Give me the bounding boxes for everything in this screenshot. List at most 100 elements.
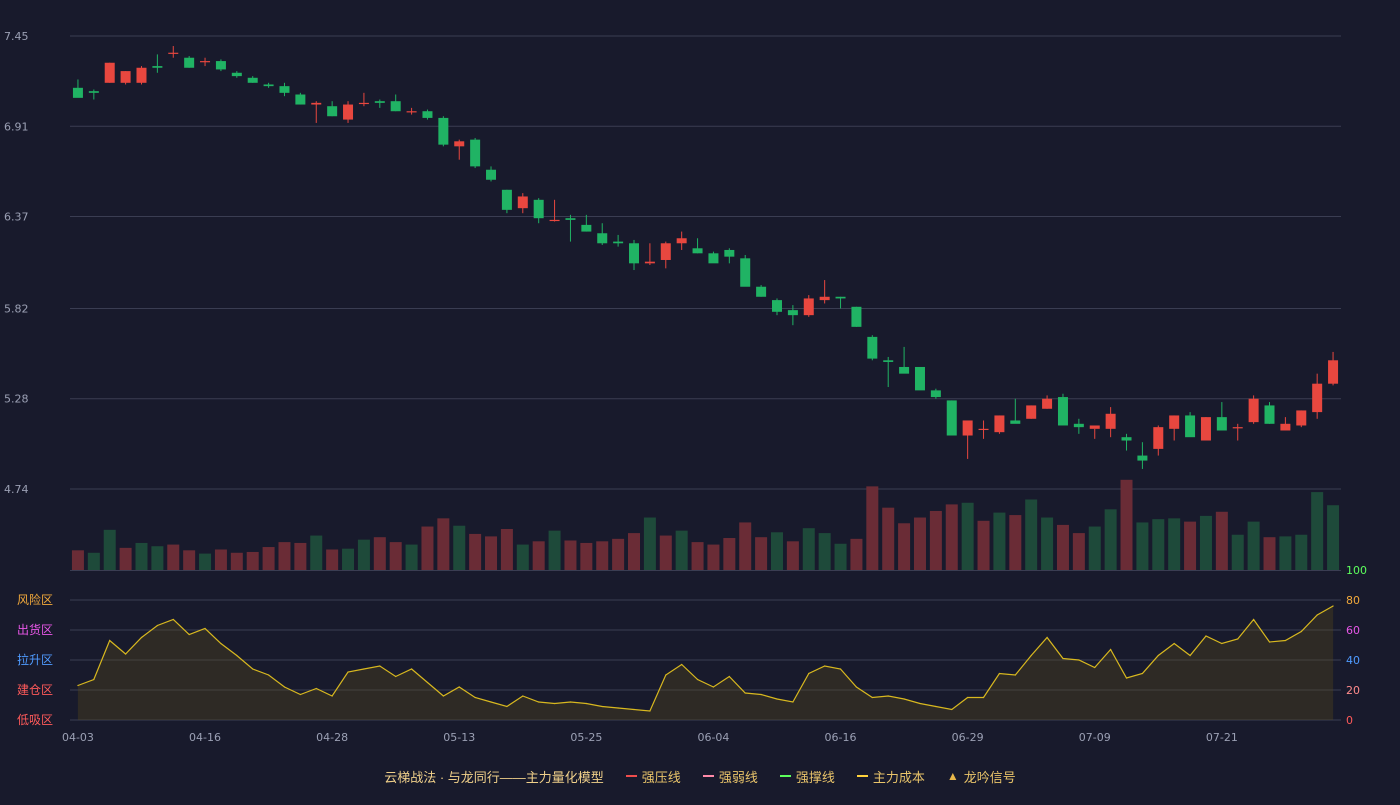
oscillator-point <box>1205 635 1207 637</box>
candle-body <box>1073 423 1084 428</box>
legend-item-main-cost[interactable]: 主力成本 <box>856 767 925 786</box>
volume-bar <box>882 507 895 570</box>
volume-bar <box>548 530 561 570</box>
volume-bar <box>373 537 386 570</box>
oscillator-point <box>347 671 349 673</box>
volume-bar <box>357 539 370 570</box>
candle-body <box>597 233 608 244</box>
oscillator-point <box>1253 618 1255 621</box>
candle-body <box>136 67 147 83</box>
candlestick <box>343 101 354 123</box>
volume-bar <box>1120 479 1133 570</box>
oscillator-point <box>125 653 127 655</box>
oscillator-point <box>395 675 397 678</box>
candlestick <box>1042 395 1053 409</box>
candle-body <box>740 258 751 287</box>
volume-bar <box>500 529 513 570</box>
candle-body <box>994 415 1005 433</box>
oscillator-point <box>220 642 222 645</box>
oscillator-point <box>1046 636 1048 639</box>
volume-bar <box>929 510 942 570</box>
candlestick <box>72 79 83 98</box>
volume-bar <box>1311 492 1324 570</box>
oscillator-point <box>506 705 508 708</box>
candlestick <box>629 239 640 271</box>
oscillator-point <box>585 702 587 705</box>
candle-body <box>1169 415 1180 429</box>
candle-body <box>327 106 338 117</box>
candlestick <box>549 199 560 222</box>
candle-body <box>899 366 910 374</box>
strength-line-swatch <box>702 775 714 777</box>
volume-bar <box>485 536 498 570</box>
candle-body <box>962 420 973 436</box>
candle-body <box>1296 410 1307 426</box>
candlestick <box>978 420 989 439</box>
oscillator-point <box>665 674 667 676</box>
candle-body <box>184 57 195 68</box>
candlestick <box>819 280 830 304</box>
candle-body <box>787 310 798 316</box>
candlestick <box>803 295 814 317</box>
candlestick <box>914 366 925 391</box>
volume-bar <box>214 549 227 570</box>
oscillator-point <box>569 701 572 703</box>
volume-bar <box>119 547 132 570</box>
chart-canvas: 7.45 6.91 6.37 5.82 5.28 4.74 100 0 20 40 60 80 风险区出… <box>4 30 1367 744</box>
oscillator-point <box>998 672 1001 675</box>
oscillator-point <box>696 678 699 681</box>
candle-body <box>819 296 830 301</box>
pressure-line-swatch <box>625 775 637 777</box>
legend-item-dragon-signal[interactable]: ▲ 龙吟信号 <box>947 767 1016 786</box>
x-tick-label: 04-03 <box>62 731 94 744</box>
zone-label: 拉升区 <box>17 652 53 667</box>
support-line-swatch <box>779 775 791 777</box>
volume-bar <box>167 544 180 570</box>
legend-title: 云梯战法 · 与龙同行——主力量化模型 <box>384 769 604 785</box>
oscillator-point <box>919 702 921 705</box>
oscillator-point <box>728 675 730 678</box>
oscillator-point <box>1189 654 1191 657</box>
candle-body <box>486 169 497 180</box>
volume-bar <box>453 525 466 570</box>
oscillator-point <box>315 687 317 690</box>
legend-item-support-line[interactable]: 强撑线 <box>779 767 835 786</box>
candlestick <box>533 198 544 224</box>
oscillator-point <box>188 633 190 636</box>
oscillator-point <box>982 696 985 699</box>
oscillator-tick-label: 0 <box>1346 714 1353 727</box>
oscillator-point <box>156 624 158 627</box>
oscillator-point <box>1014 674 1016 676</box>
candle-body <box>613 241 624 244</box>
oscillator-point <box>951 708 953 711</box>
legend-item-pressure-line[interactable]: 强压线 <box>625 767 681 786</box>
volume-bar <box>834 543 847 570</box>
oscillator-point <box>808 672 810 675</box>
candle-body <box>120 71 131 83</box>
oscillator-point <box>538 701 540 703</box>
oscillator-area <box>77 606 1334 720</box>
candlestick <box>899 346 910 374</box>
oscillator-point <box>474 696 476 699</box>
candle-body <box>454 141 465 147</box>
candlestick <box>1073 418 1084 434</box>
oscillator-point <box>760 693 762 696</box>
oscillator-point <box>1300 630 1302 633</box>
x-tick-label: 05-25 <box>570 731 602 744</box>
price-tick-label: 5.82 <box>4 302 29 315</box>
volume-bar <box>1168 518 1181 570</box>
volume-bar <box>1136 522 1149 570</box>
oscillator-point <box>855 686 858 688</box>
candle-body <box>1121 437 1132 441</box>
volume-bar <box>1184 521 1197 570</box>
oscillator-point <box>458 686 460 688</box>
volume-bar <box>770 532 783 570</box>
candlestick <box>692 238 703 254</box>
oscillator-tick-label: 80 <box>1346 594 1360 607</box>
candlestick <box>374 99 385 108</box>
volume-bar <box>278 542 291 570</box>
price-tick-label: 6.91 <box>4 120 29 133</box>
legend-item-strength-line[interactable]: 强弱线 <box>702 767 758 786</box>
volume-bar <box>1072 533 1085 570</box>
oscillator-point <box>109 639 111 642</box>
